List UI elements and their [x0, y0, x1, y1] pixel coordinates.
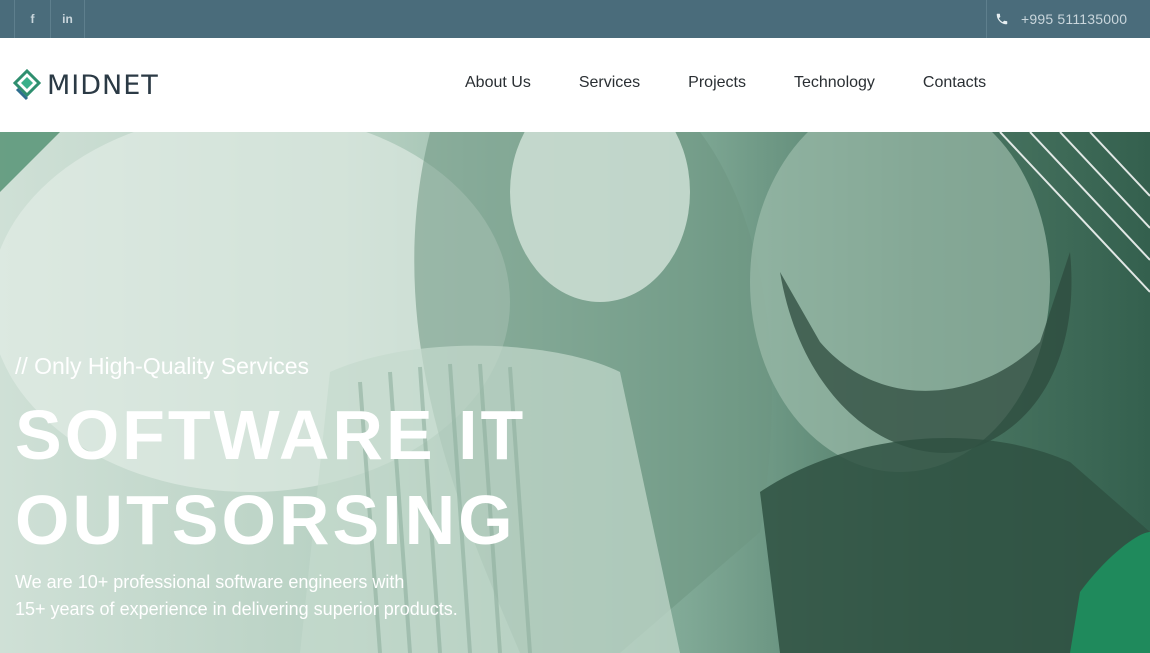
hero-subtitle: // Only High-Quality Services	[15, 353, 309, 379]
phone-icon	[995, 12, 1009, 26]
linkedin-icon[interactable]: in	[50, 0, 85, 38]
logo-mark-icon	[13, 69, 41, 101]
nav-about-us[interactable]: About Us	[465, 74, 531, 92]
hero-description-line2: 15+ years of experience in delivering su…	[15, 599, 458, 619]
hero-description-line1: We are 10+ professional software enginee…	[15, 572, 405, 592]
site-header: MIDNET About Us Services Projects Techno…	[0, 38, 1150, 132]
logo[interactable]: MIDNET	[13, 68, 168, 102]
main-nav: About Us Services Projects Technology Co…	[465, 74, 1034, 92]
hero-title-line1: SOFTWARE IT	[15, 396, 527, 474]
phone-contact[interactable]: +995 511135000	[986, 0, 1150, 38]
nav-services[interactable]: Services	[579, 74, 640, 92]
logo-text: MIDNET	[47, 69, 159, 101]
top-bar: f in +995 511135000	[0, 0, 1150, 38]
nav-projects[interactable]: Projects	[688, 74, 746, 92]
nav-contacts[interactable]: Contacts	[923, 74, 986, 92]
phone-number[interactable]: +995 511135000	[1021, 11, 1127, 27]
facebook-icon[interactable]: f	[14, 0, 50, 38]
hero-section: // Only High-Quality Services SOFTWARE I…	[0, 132, 1150, 653]
hero-title-line2: OUTSORSING	[15, 481, 516, 559]
nav-technology[interactable]: Technology	[794, 74, 875, 92]
